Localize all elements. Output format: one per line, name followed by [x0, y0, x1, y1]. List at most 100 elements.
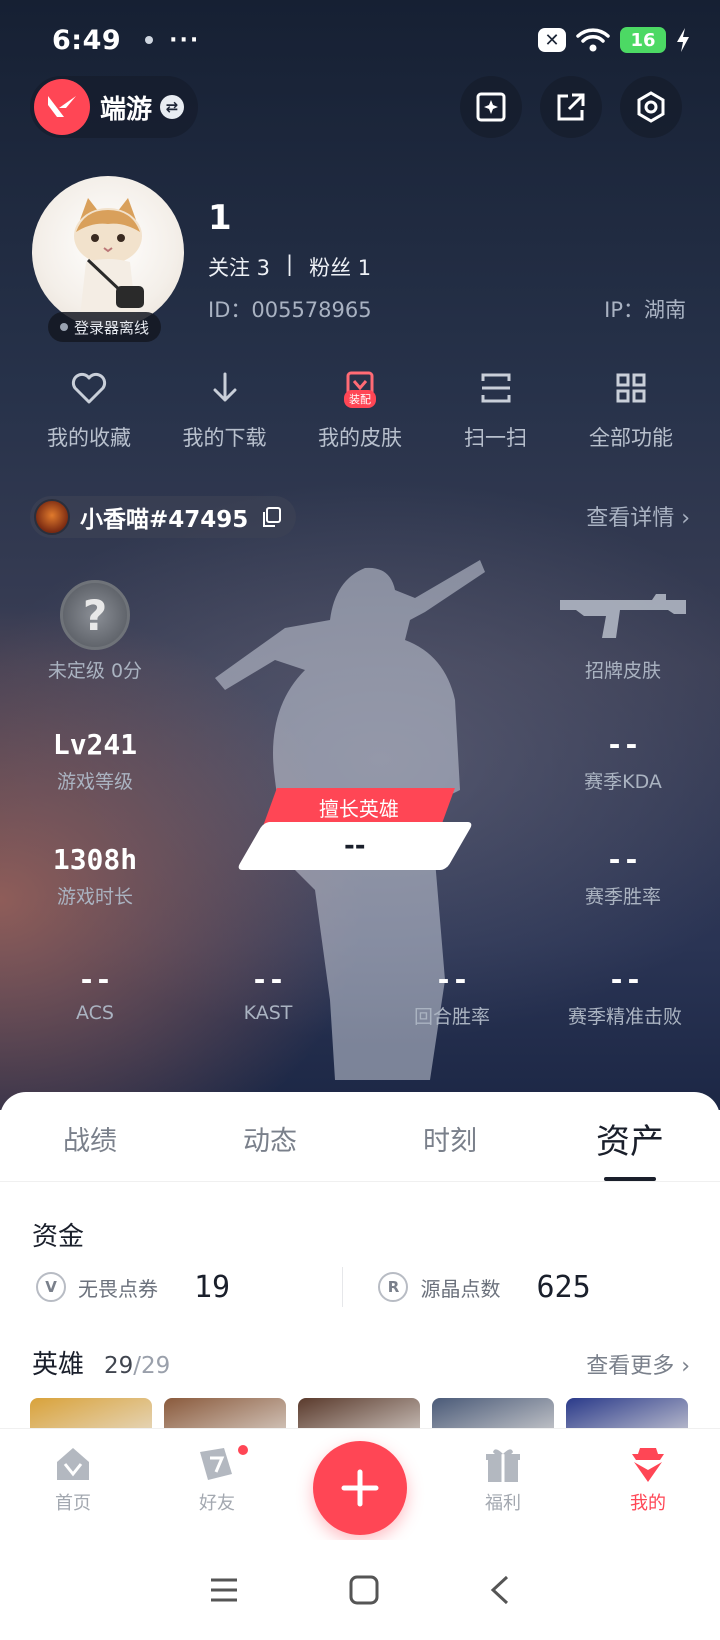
ip-location: IP：湖南: [604, 298, 686, 322]
funds-divider: [341, 1267, 343, 1307]
swap-icon: ⇄: [160, 95, 185, 119]
nav-home-label: 首页: [55, 1493, 91, 1514]
win-rate-value: --: [606, 843, 640, 876]
heroes-count: 29/29: [104, 1353, 170, 1379]
following-count[interactable]: 关注 3: [208, 252, 270, 282]
cat-avatar-icon: [74, 198, 144, 316]
hero-card[interactable]: [164, 1398, 286, 1432]
all-features-label: 全部功能: [589, 426, 673, 450]
game-switcher[interactable]: 端游 ⇄: [30, 76, 199, 138]
profile-header: 6:49 ··· ✕ 16 端游 ⇄ 登录器离线 1 关注 3 | 粉丝 1 I…: [0, 0, 720, 1110]
share-icon: [557, 93, 585, 121]
download-icon: [213, 372, 236, 402]
hero-card[interactable]: [298, 1398, 420, 1432]
player-card-icon: [34, 499, 70, 535]
agent-icon: [632, 1448, 664, 1482]
sparkle-card-icon: [476, 92, 506, 122]
round-win-stat: -- 回合胜率: [367, 963, 537, 1029]
bottom-navigation: 首页 好友 福利 我的: [0, 1428, 720, 1540]
rp-value: 625: [536, 1269, 591, 1305]
no-sim-icon: ✕: [538, 28, 566, 52]
fans-count[interactable]: 粉丝 1: [309, 252, 371, 282]
nav-friends[interactable]: 好友: [162, 1439, 272, 1515]
nav-home[interactable]: 首页: [18, 1439, 128, 1515]
rank-unranked-icon: ?: [60, 580, 130, 650]
home-square-icon[interactable]: [349, 1575, 379, 1605]
level-label: 游戏等级: [56, 771, 133, 793]
hours-label: 游戏时长: [56, 886, 133, 908]
rank-label: 未定级 0分: [47, 660, 143, 682]
player-tag-chip[interactable]: 小香喵#47495: [30, 496, 297, 538]
follow-stats: 关注 3 | 粉丝 1: [208, 252, 371, 282]
gear-icon: [637, 91, 665, 123]
heart-icon: [71, 372, 107, 404]
kda-label: 赛季KDA: [584, 771, 662, 793]
avatar[interactable]: [32, 176, 184, 328]
level-stat: Lv241 游戏等级: [10, 728, 180, 794]
more-notifications-icon: ···: [169, 27, 201, 53]
gun-skin-icon: [560, 594, 686, 638]
offline-dot-icon: [60, 323, 68, 331]
scan-button[interactable]: 扫一扫: [431, 366, 561, 452]
heroes-owned: 29: [104, 1353, 134, 1379]
skins-label: 我的皮肤: [318, 426, 402, 450]
tab-assets[interactable]: 资产: [550, 1114, 710, 1181]
scan-icon: [481, 373, 510, 403]
nav-welfare[interactable]: 福利: [448, 1439, 558, 1515]
downloads-button[interactable]: 我的下载: [160, 366, 290, 452]
rp-label: 源晶点数: [420, 1276, 501, 1301]
nav-friends-label: 好友: [199, 1493, 235, 1514]
skins-button[interactable]: 装配 我的皮肤: [295, 366, 425, 452]
round-win-label: 回合胜率: [413, 1006, 490, 1028]
heroes-title: 英雄: [32, 1350, 85, 1380]
card-editor-button[interactable]: [460, 76, 522, 138]
tab-feed[interactable]: 动态: [190, 1119, 350, 1158]
nav-mine[interactable]: 我的: [593, 1439, 703, 1515]
favorites-button[interactable]: 我的收藏: [24, 366, 154, 452]
menu-icon[interactable]: [209, 1577, 239, 1603]
tab-records[interactable]: 战绩: [10, 1119, 170, 1158]
quick-actions: 我的收藏 我的下载 装配 我的皮肤 扫一扫 全部功能: [24, 366, 696, 452]
heroes-total: 29: [141, 1353, 171, 1379]
share-button[interactable]: [540, 76, 602, 138]
vp-label: 无畏点券: [78, 1276, 158, 1301]
downloads-label: 我的下载: [182, 426, 267, 450]
copy-icon[interactable]: [260, 506, 282, 528]
rp-currency-icon: R: [378, 1272, 409, 1302]
battery-indicator: 16: [620, 27, 666, 53]
best-hero-plate[interactable]: --: [236, 822, 474, 870]
player-riot-id: 小香喵#47495: [80, 507, 249, 533]
back-icon[interactable]: [489, 1575, 511, 1605]
win-rate-stat: -- 赛季胜率: [538, 843, 708, 909]
hero-card[interactable]: [432, 1398, 554, 1432]
level-value: Lv241: [52, 728, 138, 761]
signature-skin-stat[interactable]: 招牌皮肤: [538, 656, 708, 683]
gift-icon: [486, 1449, 520, 1482]
grid-icon: [616, 373, 646, 403]
nav-welfare-label: 福利: [485, 1493, 521, 1514]
kast-stat: -- KAST: [183, 963, 353, 1024]
best-hero-tag: 擅长英雄: [263, 788, 455, 826]
create-post-button[interactable]: [313, 1441, 407, 1535]
kda-value: --: [606, 728, 640, 761]
heroes-header: 英雄 29/29: [32, 1344, 170, 1381]
favorites-label: 我的收藏: [47, 426, 131, 450]
wifi-icon: [576, 28, 610, 52]
hero-card[interactable]: [566, 1398, 688, 1432]
hero-cards-list: [30, 1398, 688, 1432]
friends-icon: [200, 1448, 232, 1480]
kda-stat: -- 赛季KDA: [538, 728, 708, 794]
hours-value: 1308h: [52, 843, 138, 876]
tab-moments[interactable]: 时刻: [370, 1119, 530, 1158]
acs-value: --: [78, 963, 112, 996]
rp-balance: R 源晶点数 625: [378, 1270, 684, 1305]
acs-stat: -- ACS: [10, 963, 180, 1024]
hero-card[interactable]: [30, 1398, 152, 1432]
precise-kill-value: --: [608, 963, 642, 996]
view-more-link[interactable]: 查看更多 ›: [586, 1348, 690, 1380]
scan-label: 扫一扫: [464, 426, 527, 450]
offline-label: 登录器离线: [74, 318, 150, 337]
all-features-button[interactable]: 全部功能: [566, 366, 696, 452]
settings-button[interactable]: [620, 76, 682, 138]
view-details-link[interactable]: 查看详情 ›: [586, 500, 690, 532]
